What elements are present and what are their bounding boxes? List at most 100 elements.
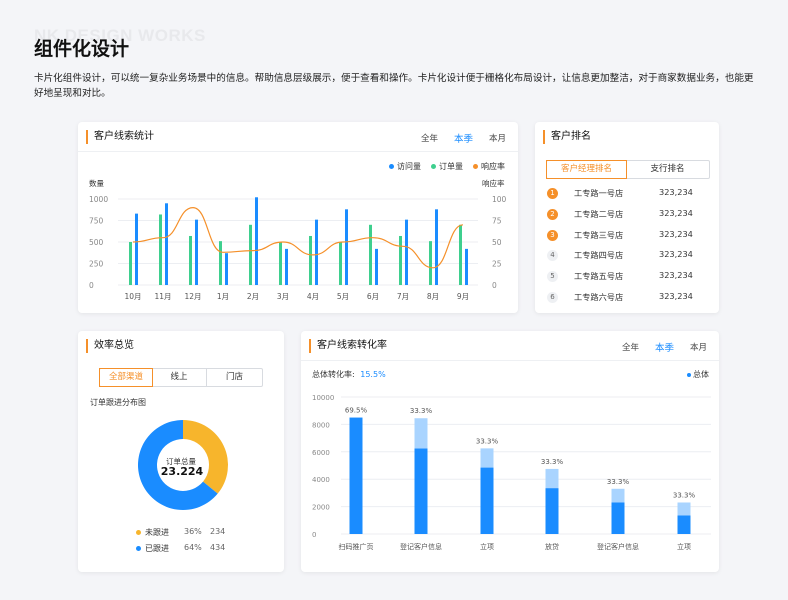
- y2-tick-label: 50: [492, 238, 502, 247]
- bar-orders: [309, 235, 312, 285]
- intro-text: 卡片化组件设计，可以统一复杂业务场景中的信息。帮助信息层级展示，便于查看和操作。…: [34, 73, 754, 99]
- rank-value: 323,234: [659, 228, 693, 239]
- bar-overall: [349, 417, 363, 534]
- bar-visits: [195, 219, 198, 285]
- data-label: 33.3%: [476, 437, 499, 445]
- efficiency-card-title: 效率总览: [86, 339, 134, 353]
- bar-orders: [189, 235, 192, 285]
- rank-badge: 6: [547, 292, 558, 303]
- segment-all-channels[interactable]: 全部渠道: [99, 368, 153, 387]
- x-tick-label: 登记客户信息: [400, 542, 442, 551]
- y2-tick-label: 75: [492, 217, 502, 226]
- legend-count: 434: [210, 543, 226, 552]
- rank-value: 323,234: [659, 270, 693, 281]
- bar-orders: [219, 241, 222, 285]
- y2-axis-title: 响应率: [482, 178, 505, 188]
- rank-badge: 5: [547, 271, 558, 283]
- y-tick-label: 1000: [89, 195, 108, 204]
- y2-tick-label: 25: [492, 260, 502, 269]
- rank-row[interactable]: 3 工专路三号店 323,234: [547, 226, 707, 246]
- rank-name: 工专路六号店: [574, 292, 624, 302]
- bar-visits: [165, 203, 168, 285]
- channel-segment-control: 全部渠道 线上 门店: [99, 368, 263, 387]
- x-tick-label: 3月: [277, 292, 289, 301]
- bar-visits: [375, 248, 378, 285]
- distribution-subtitle: 订单跟进分布图: [90, 398, 146, 407]
- rank-value: 323,234: [659, 187, 693, 197]
- rank-card: 客户排名 客户经理排名 支行排名 1 工专路一号店 323,234 2 工专路二号店 32…: [535, 122, 719, 313]
- legend-name: 已跟进: [145, 544, 169, 553]
- rank-row[interactable]: 1 工专路一号店 323,234: [547, 184, 707, 204]
- x-tick-label: 扫码推广页: [339, 542, 374, 551]
- rank-row[interactable]: 4 工专路四号店 323,234: [547, 246, 707, 266]
- bar-visits: [315, 219, 318, 285]
- efficiency-card-header: 效率总览: [78, 331, 284, 361]
- legend-dot-icon: [136, 546, 141, 551]
- rank-name: 工专路三号店: [574, 229, 624, 240]
- data-label: 33.3%: [410, 407, 433, 415]
- rank-value: 323,234: [659, 207, 693, 218]
- x-tick-label: 4月: [307, 292, 319, 301]
- segment-online[interactable]: 线上: [152, 369, 207, 386]
- segment-branch-rank[interactable]: 支行排名: [626, 161, 709, 178]
- bar-overall: [677, 515, 691, 534]
- bar-remaining: [414, 418, 428, 449]
- conversion-chart: 0 2000 4000 6000 8000 10000 69.5% 扫码推广页 33.3% 登记客…: [312, 394, 711, 551]
- leads-chart: 数量 响应率 0 0 250 25 500 50 750 75 1000 100 10月 11月 12月 1月…: [89, 178, 507, 301]
- segment-store[interactable]: 门店: [207, 369, 262, 386]
- rank-row[interactable]: 6 工专路六号店 323,234: [547, 288, 707, 308]
- data-label: 33.3%: [607, 478, 630, 486]
- legend-pct: 64%: [184, 543, 202, 552]
- efficiency-card: 效率总览 全部渠道 线上 门店 订单跟进分布图 订单总量 23.224 未跟进 …: [78, 331, 284, 572]
- donut-legend: 未跟进 36% 234 已跟进 64% 434: [136, 527, 256, 559]
- rank-name: 工专路二号店: [574, 208, 624, 219]
- x-tick-label: 12月: [184, 292, 201, 301]
- bar-visits: [435, 209, 438, 285]
- rank-row[interactable]: 2 工专路二号店 323,234: [547, 205, 707, 225]
- y-tick-label: 0: [312, 531, 316, 539]
- y2-tick-label: 100: [492, 195, 507, 204]
- legend-item-followed[interactable]: 已跟进 64% 434: [136, 543, 256, 559]
- bar-overall: [611, 502, 625, 534]
- line-response-rate: [132, 206, 464, 269]
- bar-orders: [369, 224, 372, 285]
- legend-dot-icon: [136, 530, 141, 535]
- x-tick-label: 立项: [677, 542, 691, 551]
- bar-overall: [414, 448, 428, 534]
- bar-remaining: [611, 488, 625, 503]
- rank-badge: 2: [547, 208, 558, 220]
- y-tick-label: 500: [89, 238, 104, 247]
- x-tick-label: 立项: [480, 542, 494, 551]
- y-tick-label: 4000: [312, 476, 330, 484]
- segment-manager-rank[interactable]: 客户经理排名: [546, 160, 627, 179]
- bar-remaining: [480, 448, 494, 468]
- bar-orders: [339, 242, 342, 285]
- x-tick-label: 5月: [337, 292, 349, 301]
- bar-visits: [225, 253, 228, 285]
- bar-overall: [480, 467, 494, 534]
- bar-orders: [249, 224, 252, 285]
- data-label: 33.3%: [673, 491, 696, 499]
- legend-item-unfollowed[interactable]: 未跟进 36% 234: [136, 527, 256, 543]
- x-tick-label: 6月: [367, 292, 379, 301]
- y-tick-label: 8000: [312, 421, 330, 429]
- bar-orders: [399, 235, 402, 285]
- x-tick-label: 9月: [457, 292, 469, 301]
- y-axis-title: 数量: [89, 178, 104, 188]
- x-tick-label: 登记客户信息: [597, 542, 639, 551]
- data-label: 69.5%: [345, 407, 368, 415]
- rank-badge: 1: [547, 188, 558, 199]
- bar-orders: [459, 224, 462, 285]
- bar-visits: [255, 197, 258, 285]
- bar-visits: [285, 248, 288, 285]
- x-tick-label: 11月: [154, 292, 171, 301]
- x-tick-label: 10月: [124, 292, 141, 301]
- bar-orders: [129, 242, 132, 285]
- y-tick-label: 0: [89, 281, 94, 290]
- legend-name: 未跟进: [145, 528, 169, 537]
- y-tick-label: 2000: [312, 504, 330, 512]
- x-tick-label: 1月: [217, 292, 229, 301]
- legend-pct: 36%: [184, 527, 202, 536]
- rank-row[interactable]: 5 工专路五号店 323,234: [547, 267, 707, 287]
- rank-card-title: 客户排名: [543, 130, 591, 144]
